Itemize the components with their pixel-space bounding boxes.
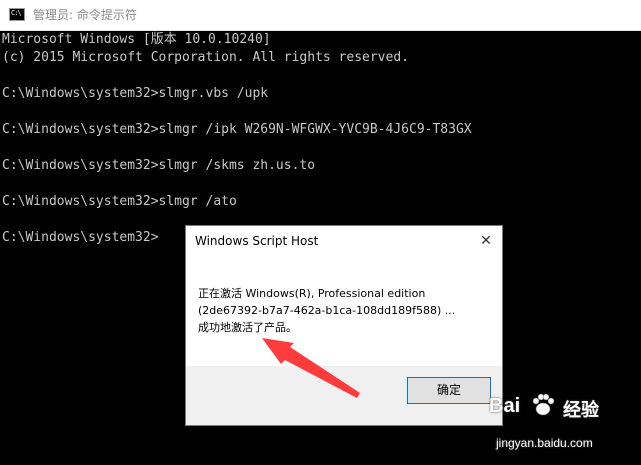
- console-line: C:\Windows\system32>slmgr.vbs /upk: [2, 86, 269, 101]
- message-dialog: Windows Script Host ✕ 正在激活 Windows(R), P…: [185, 225, 503, 426]
- cmd-icon-text: C:\: [11, 9, 22, 17]
- dialog-message-line: 成功地激活了产品。: [198, 321, 297, 334]
- baidu-jingyan-label: 经验: [563, 400, 599, 421]
- dialog-titlebar[interactable]: Windows Script Host ✕: [186, 226, 502, 256]
- console-line: Microsoft Windows [版本 10.0.10240]: [2, 32, 271, 47]
- console-line: (c) 2015 Microsoft Corporation. All righ…: [2, 50, 409, 65]
- ok-button[interactable]: 确定: [407, 377, 491, 404]
- window-titlebar[interactable]: C:\ 管理员: 命令提示符: [0, 0, 641, 31]
- dialog-body: 正在激活 Windows(R), Professional edition (2…: [186, 256, 502, 366]
- close-icon[interactable]: ✕: [476, 231, 496, 251]
- console-line: C:\Windows\system32>slmgr /skms zh.us.to: [2, 158, 316, 173]
- dialog-message-line: (2de67392-b7a7-462a-b1ca-108dd189f588) .…: [198, 304, 456, 317]
- paw-icon: [532, 393, 555, 416]
- console-line: C:\Windows\system32>slmgr /ipk W269N-WFG…: [2, 122, 472, 137]
- dialog-message-line: 正在激活 Windows(R), Professional edition: [198, 287, 426, 300]
- console-line: C:\Windows\system32>slmgr /ato: [2, 194, 237, 209]
- cmd-icon: C:\: [9, 8, 25, 21]
- console-prompt-line: C:\Windows\system32>: [2, 230, 159, 245]
- watermark-url: jingyan.baidu.com: [496, 436, 593, 450]
- baidu-logo: Bai: [489, 395, 521, 417]
- dialog-footer: 确定: [186, 366, 502, 425]
- window-title: 管理员: 命令提示符: [33, 8, 137, 22]
- dialog-title: Windows Script Host: [195, 234, 319, 248]
